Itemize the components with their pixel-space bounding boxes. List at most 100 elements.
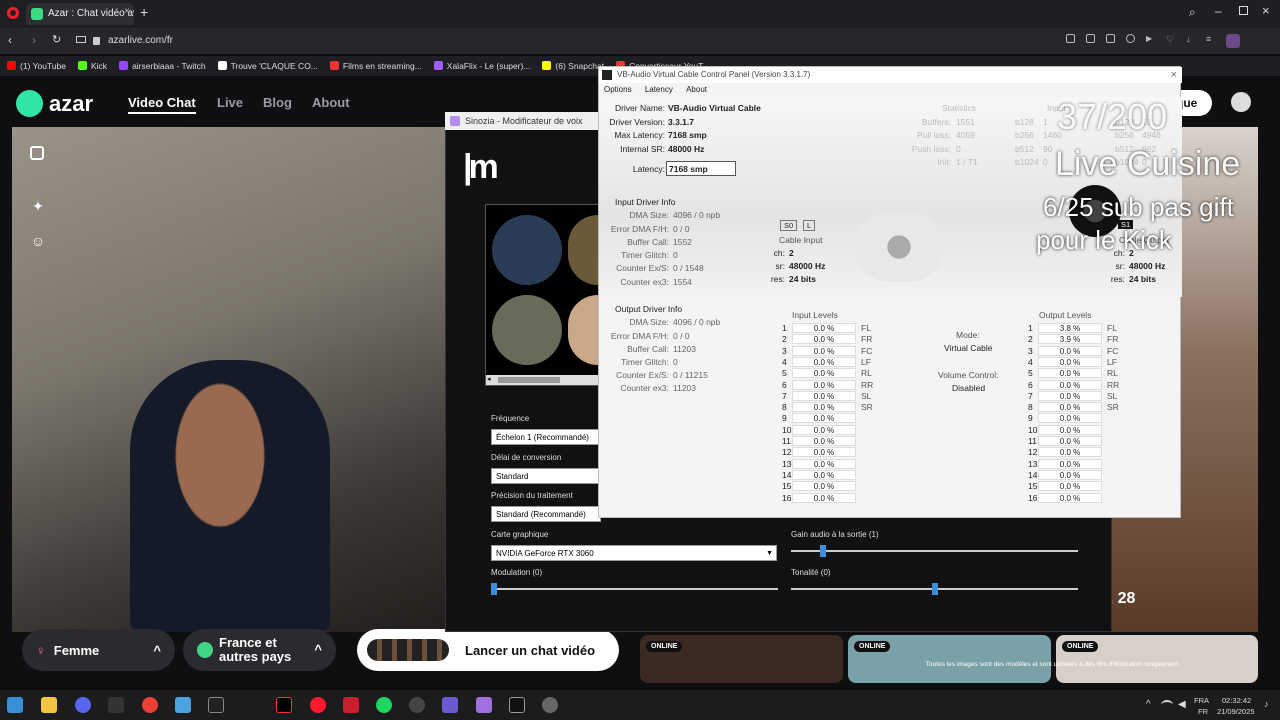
lang-2[interactable]: FR xyxy=(1198,707,1208,716)
url-input[interactable]: azarlive.com/fr xyxy=(88,32,1048,50)
out-cex3-value: 11203 xyxy=(673,383,697,393)
browser-tab[interactable]: Azar : Chat vidéo avec de xyxy=(26,3,134,25)
nav-live[interactable]: Live xyxy=(217,95,243,110)
app-red-icon[interactable] xyxy=(343,697,359,713)
screenshot-icon[interactable] xyxy=(1106,34,1115,43)
bookmark-item[interactable]: (1) YouTube xyxy=(7,56,66,76)
lang-1[interactable]: FRA xyxy=(1194,696,1209,705)
minimize-icon[interactable]: – xyxy=(1215,4,1222,18)
vb-close-icon[interactable]: × xyxy=(1171,67,1177,83)
voice-app-icon[interactable] xyxy=(476,697,492,713)
delay-select[interactable]: Standard xyxy=(491,468,601,484)
scroll-thumb[interactable] xyxy=(498,377,560,383)
s0-toggle[interactable]: S0 xyxy=(780,220,798,231)
camera-icon[interactable] xyxy=(1086,34,1095,43)
modulation-slider[interactable] xyxy=(491,583,778,595)
gain-slider[interactable] xyxy=(791,545,1078,557)
menu-latency[interactable]: Latency xyxy=(645,85,673,94)
tray-chevron-icon[interactable]: ^ xyxy=(1146,699,1151,710)
live-thumbnail-2[interactable]: ONLINE xyxy=(848,635,1051,683)
menu-icon[interactable]: ≡ xyxy=(1206,34,1215,44)
live-thumbnail-1[interactable]: ONLINE xyxy=(640,635,843,683)
tonality-slider[interactable] xyxy=(791,583,1078,595)
shield-icon[interactable] xyxy=(1126,34,1135,43)
back-icon[interactable]: ‹ xyxy=(8,33,12,47)
country-selector[interactable]: France et autres pays ^ xyxy=(183,629,336,671)
latency-input[interactable]: 7168 smp xyxy=(666,161,736,176)
new-tab-button[interactable]: + xyxy=(140,4,148,20)
sinozia-taskbar-icon[interactable] xyxy=(442,697,458,713)
gender-selector[interactable]: ♀ Femme ^ xyxy=(22,629,175,671)
out-dma-label: DMA Size: xyxy=(629,317,669,327)
opera-icon[interactable] xyxy=(310,697,326,713)
discord-taskbar-icon[interactable] xyxy=(75,697,91,713)
obs-icon[interactable] xyxy=(409,697,425,713)
voice-avatar-2[interactable] xyxy=(568,215,598,285)
voice-avatar-dobby[interactable] xyxy=(492,295,562,365)
tiktok-icon[interactable] xyxy=(276,697,292,713)
notification-bell-icon[interactable]: ♪ xyxy=(1264,699,1269,709)
frequency-select[interactable]: Échelon 1 (Recommandé) xyxy=(491,429,601,445)
user-avatar-icon[interactable] xyxy=(1231,92,1251,112)
bookmark-item[interactable]: XalaFlix - Le (super)... xyxy=(433,56,530,76)
live-thumbnail-3[interactable]: ONLINE xyxy=(1056,635,1258,683)
photos-icon[interactable] xyxy=(175,697,191,713)
profile-avatar[interactable] xyxy=(1226,34,1240,48)
forward-icon[interactable]: › xyxy=(32,33,36,47)
bookmark-item[interactable]: airserbiaaa - Twitch xyxy=(119,56,206,76)
bookmark-item[interactable]: Kick xyxy=(78,56,107,76)
windows-start-icon[interactable] xyxy=(7,697,23,713)
menu-about[interactable]: About xyxy=(686,85,707,94)
l-toggle[interactable]: L xyxy=(803,220,816,231)
voice-avatar-batman[interactable] xyxy=(492,215,562,285)
voice-avatar-4[interactable] xyxy=(568,295,598,365)
nav-blog[interactable]: Blog xyxy=(263,95,292,110)
buffers-value: 1551 xyxy=(956,117,975,127)
scroll-left-icon[interactable]: ◂ xyxy=(487,375,491,383)
extension-icon[interactable] xyxy=(1066,34,1075,43)
clock-time[interactable]: 02:32:42 xyxy=(1222,696,1251,705)
nav-video-chat[interactable]: Video Chat xyxy=(128,95,196,114)
input-channel-number: 5 xyxy=(782,368,787,379)
bookmark-item[interactable]: Trouve 'CLAQUE CO... xyxy=(217,56,318,76)
download-icon[interactable]: ↓ xyxy=(1186,34,1195,44)
expand-icon[interactable] xyxy=(30,146,44,160)
gain-slider-knob[interactable] xyxy=(820,545,826,557)
close-tab-icon[interactable]: × xyxy=(124,6,130,17)
close-window-icon[interactable]: × xyxy=(1262,3,1270,18)
modulation-slider-knob[interactable] xyxy=(491,583,497,595)
clock-date[interactable]: 21/09/2025 xyxy=(1217,707,1255,716)
epic-games-icon[interactable] xyxy=(108,697,124,713)
maximize-icon[interactable] xyxy=(1239,6,1248,15)
sparkle-effects-icon[interactable]: ✦ xyxy=(30,198,46,214)
bookmark-item[interactable]: (6) Snapchat xyxy=(542,56,604,76)
nav-about[interactable]: About xyxy=(312,95,350,110)
output-channel-number: 2 xyxy=(1028,334,1033,345)
play-icon[interactable]: ▶ xyxy=(1146,34,1155,43)
volume-icon[interactable]: ◀ xyxy=(1178,699,1186,710)
search-tabs-icon[interactable]: ⌕ xyxy=(1189,5,1196,20)
wifi-icon[interactable] xyxy=(1161,700,1173,710)
tonality-slider-knob[interactable] xyxy=(932,583,938,595)
file-explorer-icon[interactable] xyxy=(41,697,57,713)
menu-options[interactable]: Options xyxy=(604,85,632,94)
input-channel-number: 4 xyxy=(782,356,787,367)
bookmark-item[interactable]: Films en streaming... xyxy=(329,56,422,76)
terminal-icon[interactable] xyxy=(208,697,224,713)
gpu-select[interactable]: NVIDIA GeForce RTX 3060 ▼ xyxy=(491,545,777,561)
input-levels-list: 1 0.0 % FL 2 0.0 % FR 3 0.0 % FC 4 0.0 % LF 5 0.0 % RL… xyxy=(782,323,912,508)
gallery-scrollbar[interactable]: ◂ xyxy=(486,375,599,385)
settings-icon[interactable] xyxy=(542,697,558,713)
chrome-icon[interactable] xyxy=(142,697,158,713)
spotify-icon[interactable] xyxy=(376,697,392,713)
opera-logo-icon[interactable] xyxy=(7,7,19,19)
precision-select[interactable]: Standard (Recommandé) xyxy=(491,506,601,522)
vb-audio-taskbar-icon[interactable] xyxy=(509,697,525,713)
reload-icon[interactable]: ↻ xyxy=(52,33,61,46)
azar-logo[interactable]: azar xyxy=(16,90,93,117)
screen-icon[interactable] xyxy=(76,36,86,43)
emoji-icon[interactable]: ☺ xyxy=(30,233,46,249)
heart-icon[interactable]: ♡ xyxy=(1166,34,1175,44)
input-channel-number: 7 xyxy=(782,390,787,401)
start-video-chat-button[interactable]: Lancer un chat vidéo xyxy=(357,629,619,671)
